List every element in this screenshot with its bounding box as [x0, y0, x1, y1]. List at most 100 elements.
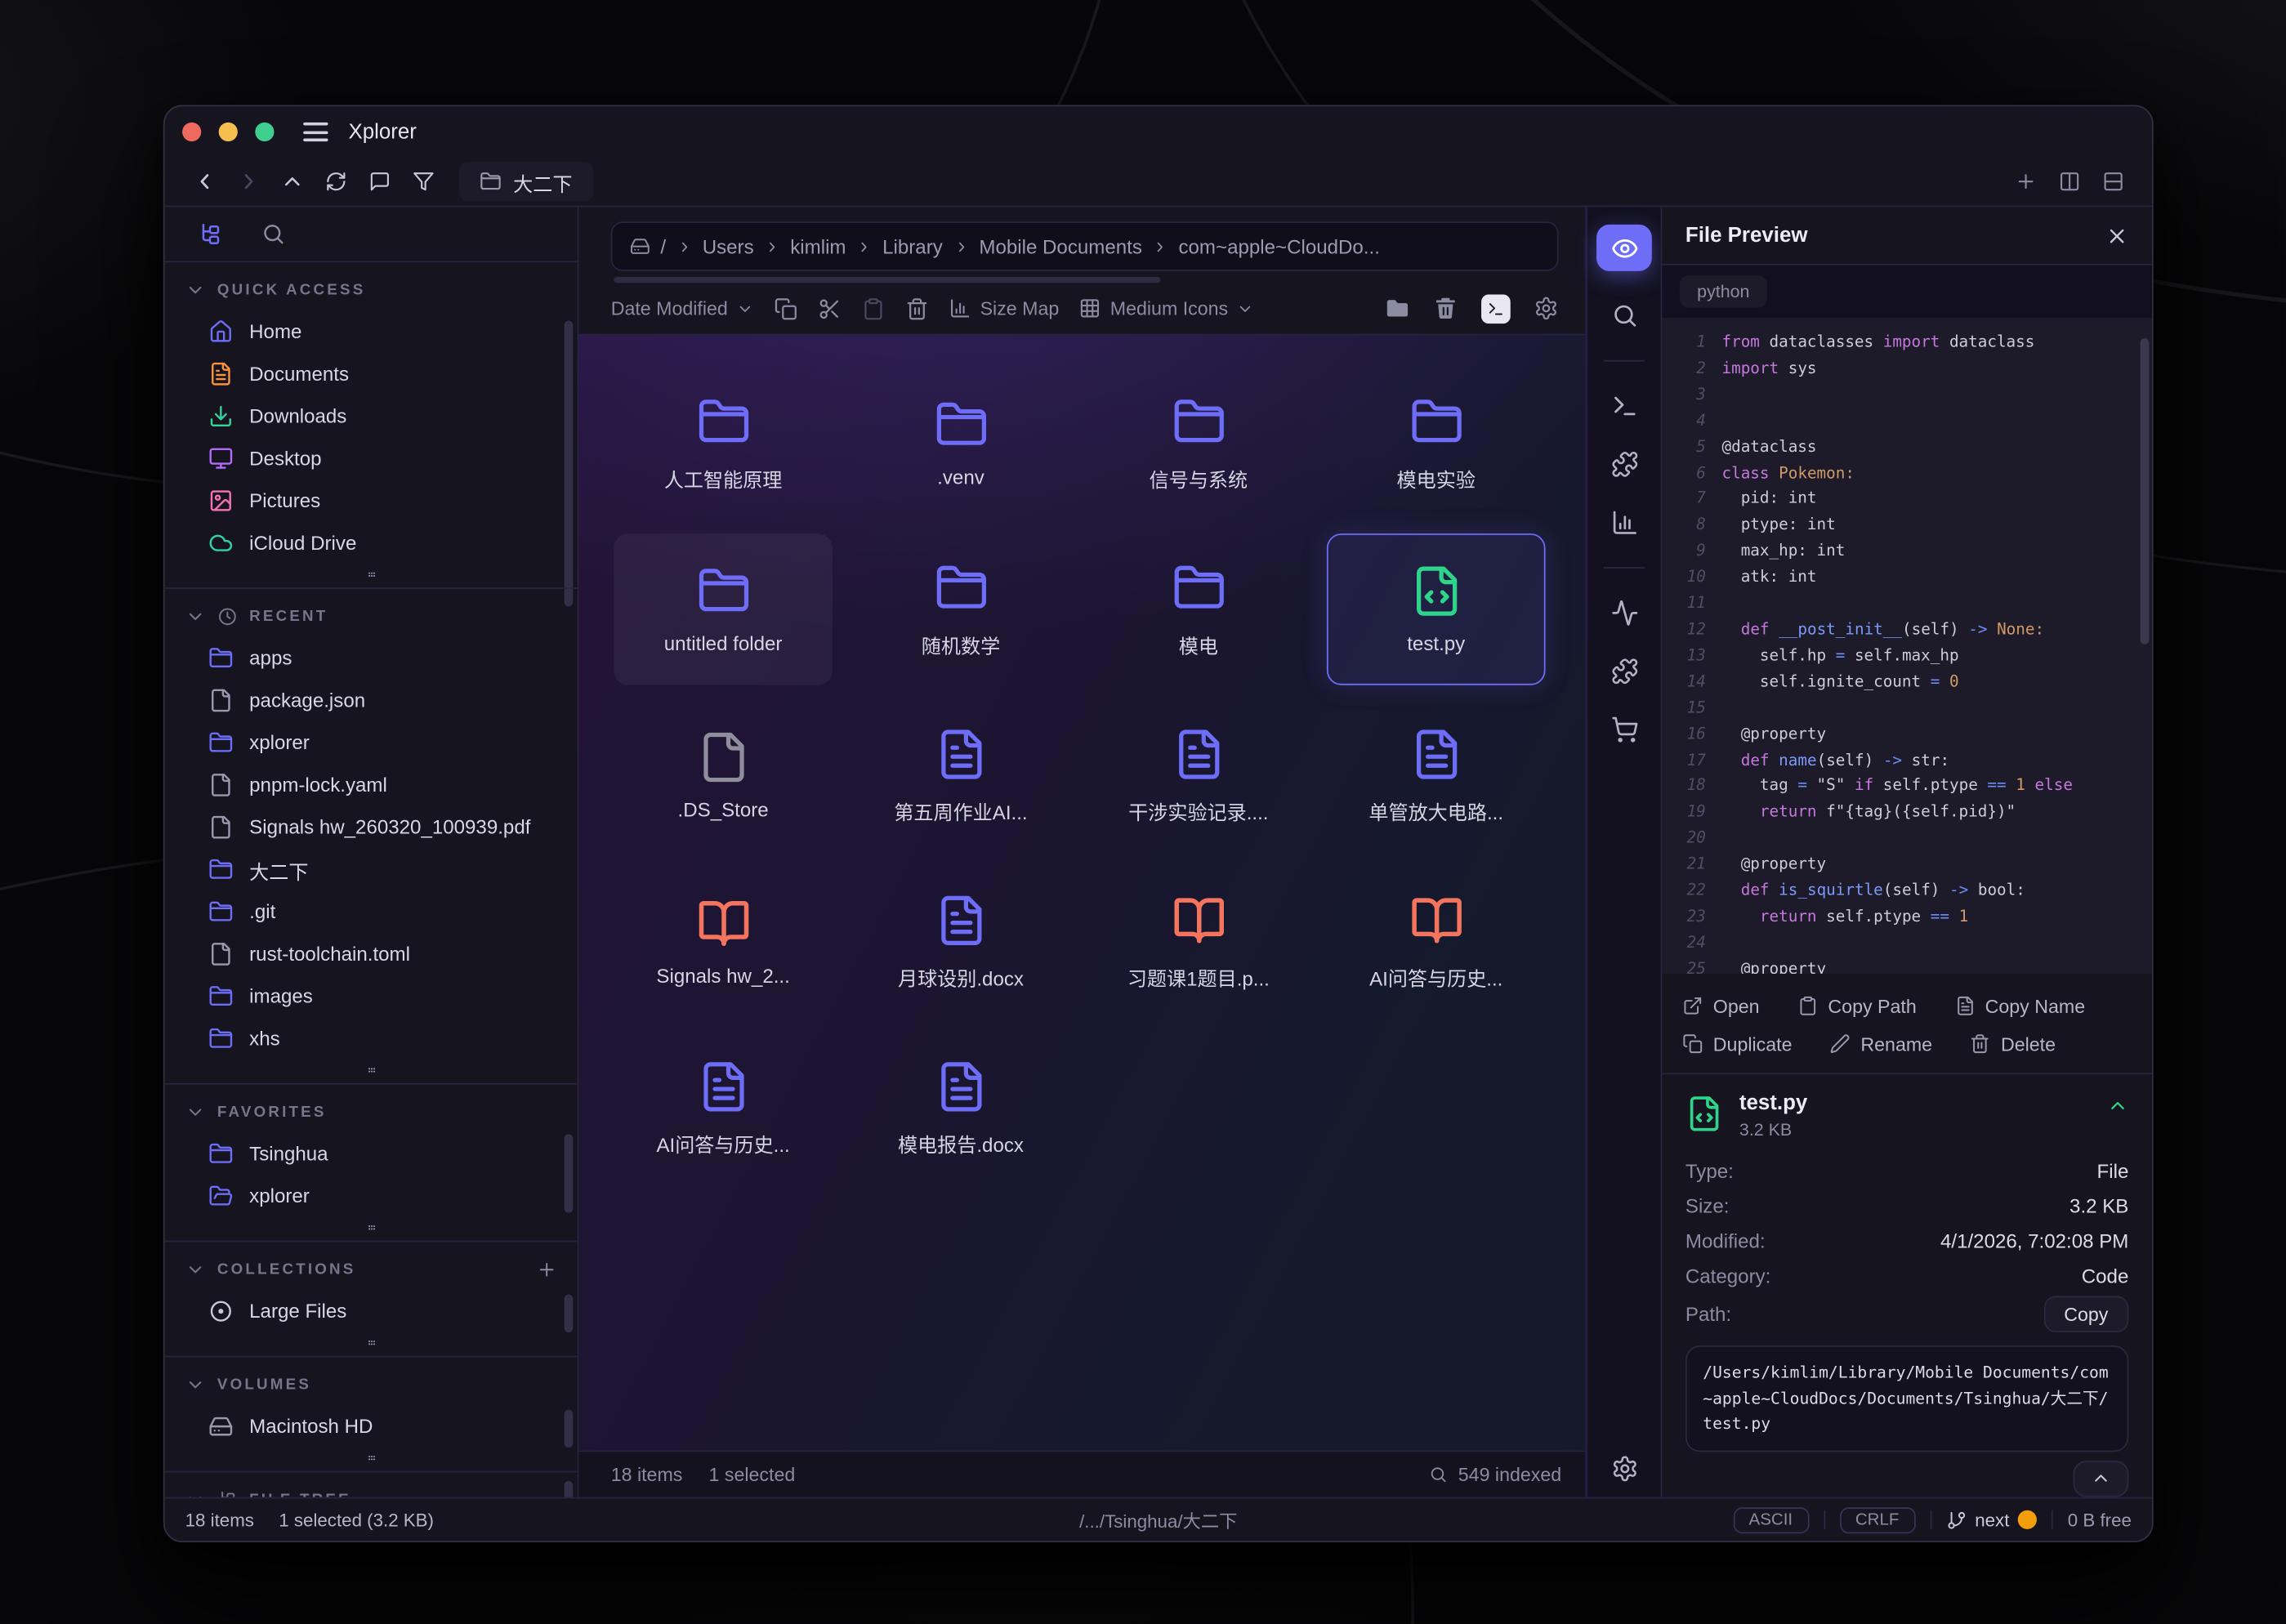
section-resize-handle[interactable]	[165, 1060, 578, 1083]
close-window-button[interactable]	[182, 123, 201, 141]
breadcrumb-scrollbar[interactable]	[614, 277, 1556, 283]
new-tab-button[interactable]	[2006, 163, 2043, 200]
section-resize-handle[interactable]	[165, 1217, 578, 1241]
extensions-icon[interactable]	[1610, 450, 1638, 478]
file-tile-selected[interactable]: test.py	[1327, 533, 1546, 685]
breadcrumb-segment[interactable]: Mobile Documents	[979, 235, 1142, 257]
file-tile[interactable]: AI问答与历史...	[614, 1032, 833, 1184]
git-branch-indicator[interactable]: next	[1946, 1510, 2038, 1530]
recent-item[interactable]: rust-toolchain.toml	[165, 933, 578, 975]
recent-item[interactable]: pnpm-lock.yaml	[165, 764, 578, 806]
recent-item[interactable]: package.json	[165, 680, 578, 722]
file-tile[interactable]: 单管放大电路...	[1327, 700, 1546, 852]
sidebar-scrollbar[interactable]	[565, 1295, 574, 1332]
search-icon[interactable]	[261, 221, 285, 246]
section-header-recent[interactable]: RECENT	[165, 595, 578, 637]
collapse-icon[interactable]	[2107, 1095, 2129, 1117]
duplicate-button[interactable]: Duplicate	[1682, 1025, 1792, 1063]
file-tile-hovered[interactable]: untitled folder	[614, 533, 833, 685]
refresh-button[interactable]	[316, 163, 354, 200]
section-header-quick-access[interactable]: QUICK ACCESS	[165, 268, 578, 310]
delete-icon[interactable]	[906, 297, 930, 320]
size-map-button[interactable]: Size Map	[949, 297, 1059, 319]
preview-toggle-button[interactable]	[1596, 225, 1652, 271]
sidebar-item-downloads[interactable]: Downloads	[165, 395, 578, 438]
breadcrumb-segment[interactable]: Library	[882, 235, 943, 257]
file-tile[interactable]: 干涉实验记录....	[1089, 700, 1308, 852]
sidebar-item-icloud-drive[interactable]: iCloud Drive	[165, 522, 578, 564]
file-tile[interactable]: .DS_Store	[614, 700, 833, 852]
file-path[interactable]: /Users/kimlim/Library/Mobile Documents/c…	[1685, 1345, 2128, 1452]
split-vertical-button[interactable]	[2050, 163, 2087, 200]
sort-dropdown[interactable]: Date Modified	[611, 297, 754, 319]
file-tile[interactable]: Signals hw_2...	[614, 866, 833, 1018]
section-resize-handle[interactable]	[165, 1448, 578, 1471]
cut-icon[interactable]	[818, 297, 842, 320]
breadcrumb-segment[interactable]: /	[660, 235, 666, 257]
recent-item[interactable]: .git	[165, 890, 578, 933]
sidebar-scrollbar[interactable]	[565, 321, 574, 607]
collection-item-large-files[interactable]: Large Files	[165, 1290, 578, 1332]
recent-item[interactable]: xhs	[165, 1018, 578, 1060]
new-folder-button[interactable]	[1385, 296, 1409, 320]
file-tile[interactable]: 随机数学	[851, 533, 1070, 685]
breadcrumb[interactable]: / Users kimlim Library Mobile Documents …	[611, 221, 1559, 271]
recent-item[interactable]: apps	[165, 637, 578, 680]
code-scrollbar[interactable]	[2141, 338, 2150, 645]
encoding-badge[interactable]: ASCII	[1733, 1506, 1809, 1533]
settings-icon[interactable]	[1610, 1455, 1638, 1483]
breadcrumb-segment[interactable]: com~apple~CloudDo...	[1178, 235, 1379, 257]
forward-button[interactable]	[229, 163, 266, 200]
volume-item-macintosh-hd[interactable]: Macintosh HD	[165, 1405, 578, 1448]
store-icon[interactable]	[1610, 716, 1638, 743]
tab-current-folder[interactable]: 大二下	[459, 162, 592, 201]
search-icon[interactable]	[1610, 301, 1638, 329]
section-resize-handle[interactable]	[165, 1332, 578, 1356]
sidebar-item-home[interactable]: Home	[165, 310, 578, 353]
view-mode-dropdown[interactable]: Medium Icons	[1079, 297, 1254, 319]
recent-item[interactable]: Signals hw_260320_100939.pdf	[165, 806, 578, 849]
file-tile[interactable]: 模电	[1089, 533, 1308, 685]
feedback-icon[interactable]	[360, 163, 398, 200]
copy-path-button[interactable]: Copy Path	[1797, 987, 1917, 1024]
file-tile[interactable]: 模电实验	[1327, 368, 1546, 520]
sidebar-scrollbar[interactable]	[565, 1481, 574, 1497]
sidebar-scrollbar[interactable]	[565, 1410, 574, 1448]
activity-icon[interactable]	[1610, 599, 1638, 627]
sidebar-item-desktop[interactable]: Desktop	[165, 437, 578, 480]
back-button[interactable]	[185, 163, 223, 200]
filter-icon[interactable]	[404, 163, 441, 200]
terminal-button[interactable]	[1481, 294, 1511, 323]
eol-badge[interactable]: CRLF	[1839, 1506, 1915, 1533]
paste-icon[interactable]	[862, 297, 886, 320]
section-header-collections[interactable]: COLLECTIONS	[165, 1248, 578, 1291]
section-header-favorites[interactable]: FAVORITES	[165, 1091, 578, 1133]
section-header-file-tree[interactable]: FILE TREE	[165, 1478, 578, 1497]
menu-icon[interactable]	[303, 123, 328, 141]
file-tile[interactable]: .venv	[851, 368, 1070, 520]
close-icon[interactable]	[2105, 224, 2129, 248]
terminal-icon[interactable]	[1610, 392, 1638, 420]
code-preview[interactable]: 1from dataclasses import dataclass2impor…	[1662, 318, 2152, 974]
scroll-top-button[interactable]	[2074, 1461, 2129, 1497]
split-horizontal-button[interactable]	[2094, 163, 2132, 200]
file-tile[interactable]: 信号与系统	[1089, 368, 1308, 520]
settings-icon[interactable]	[1534, 296, 1558, 320]
add-collection-button[interactable]	[537, 1259, 557, 1279]
plugins-icon[interactable]	[1610, 658, 1638, 685]
file-tile[interactable]: 第五周作业AI...	[851, 700, 1070, 852]
zoom-window-button[interactable]	[255, 123, 274, 141]
sidebar-scrollbar[interactable]	[565, 1134, 574, 1212]
sidebar-item-documents[interactable]: Documents	[165, 353, 578, 395]
breadcrumb-segment[interactable]: kimlim	[790, 235, 846, 257]
file-tile[interactable]: 习题课1题目.p...	[1089, 866, 1308, 1018]
recent-item[interactable]: 大二下	[165, 849, 578, 891]
file-tile[interactable]: 模电报告.docx	[851, 1032, 1070, 1184]
section-resize-handle[interactable]	[165, 564, 578, 588]
analytics-icon[interactable]	[1610, 509, 1638, 537]
section-header-volumes[interactable]: VOLUMES	[165, 1363, 578, 1406]
file-tile[interactable]: AI问答与历史...	[1327, 866, 1546, 1018]
recent-item[interactable]: xplorer	[165, 721, 578, 764]
file-tile[interactable]: 人工智能原理	[614, 368, 833, 520]
delete-button[interactable]: Delete	[1970, 1025, 2056, 1063]
